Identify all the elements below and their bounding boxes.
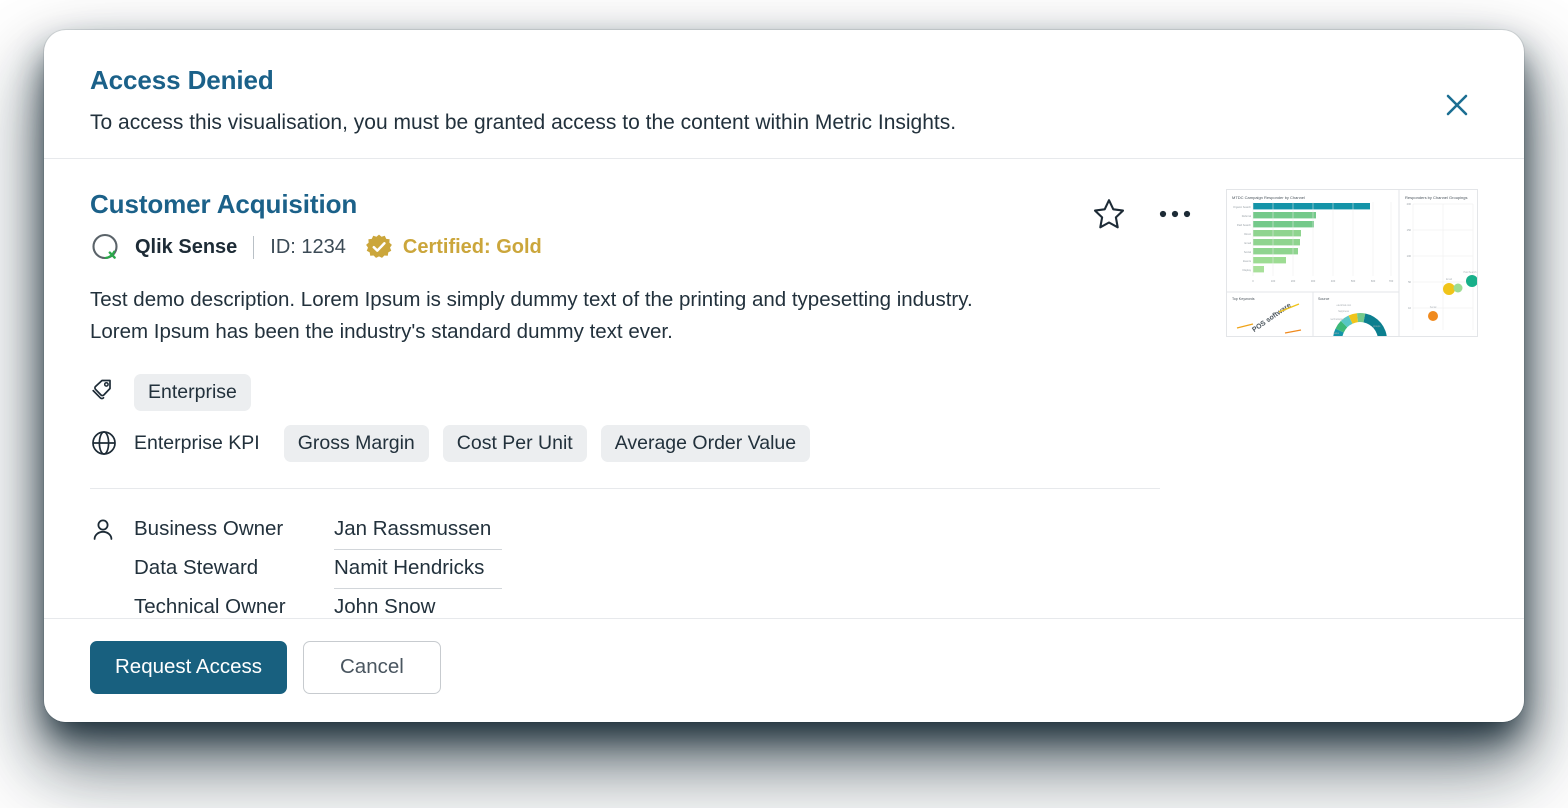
close-icon — [1446, 94, 1468, 116]
qlik-sense-logo-icon — [92, 234, 118, 260]
cancel-button[interactable]: Cancel — [303, 641, 441, 694]
owner-icon-spacer — [90, 589, 134, 595]
svg-text:Source: Source — [1318, 297, 1329, 301]
kpi-chip-average-order-value[interactable]: Average Order Value — [600, 424, 811, 462]
asset-actions — [1090, 195, 1194, 233]
owners-section: Business Owner Jan Rassmussen Data Stewa… — [90, 511, 1478, 627]
certified-seal-icon — [365, 234, 392, 259]
globe-icon — [90, 429, 120, 457]
kpi-chip-cost-per-unit[interactable]: Cost Per Unit — [442, 424, 587, 462]
certification-label: Certified: Gold — [402, 235, 542, 258]
svg-text:Top Keywords: Top Keywords — [1232, 297, 1255, 301]
star-outline-icon — [1093, 199, 1125, 229]
owner-row-steward: Data Steward Namit Hendricks — [90, 550, 1478, 589]
asset-id: ID: 1234 — [270, 235, 346, 258]
svg-text:150: 150 — [1407, 228, 1412, 232]
kpi-row: Enterprise KPI Gross Margin Cost Per Uni… — [90, 424, 1478, 462]
svg-text:700: 700 — [1389, 279, 1394, 283]
dialog-body: Customer Acquisition Qlik Sense ID: 1234… — [44, 159, 1524, 627]
svg-text:Social: Social — [1430, 306, 1437, 309]
dashboard-preview-image: MTDC Campaign Responder by Channel Organ… — [1227, 190, 1477, 337]
svg-text:Organic Search: Organic Search — [1233, 205, 1252, 209]
svg-text:Direct: Direct — [1244, 232, 1251, 236]
close-button[interactable] — [1440, 88, 1474, 122]
svg-text:300: 300 — [1311, 279, 1316, 283]
kpi-chip-gross-margin[interactable]: Gross Margin — [283, 424, 429, 462]
ellipsis-icon — [1159, 211, 1191, 218]
screen: Access Denied To access this visualisati… — [0, 0, 1568, 808]
svg-text:200: 200 — [1407, 202, 1412, 206]
owner-value: Namit Hendricks — [334, 550, 502, 589]
more-options-button[interactable] — [1156, 195, 1194, 233]
svg-text:technologies: technologies — [1331, 318, 1345, 321]
svg-text:Paid Search: Paid Search — [1463, 271, 1477, 274]
svg-text:500: 500 — [1351, 279, 1356, 283]
access-denied-dialog: Access Denied To access this visualisati… — [44, 30, 1524, 722]
svg-text:Referral: Referral — [1242, 214, 1252, 218]
svg-text:100: 100 — [1407, 254, 1412, 258]
svg-text:electrical cost: electrical cost — [1337, 304, 1352, 307]
tags-icon — [90, 378, 120, 406]
svg-text:Social: Social — [1244, 250, 1251, 254]
svg-text:Email: Email — [1245, 241, 1252, 245]
svg-text:sales: sales — [1333, 332, 1339, 335]
request-access-button[interactable]: Request Access — [90, 641, 287, 694]
svg-text:Responders by Channel Grouping: Responders by Channel Groupings — [1405, 195, 1467, 200]
owner-row-business: Business Owner Jan Rassmussen — [90, 511, 1478, 550]
svg-text:Events: Events — [1243, 259, 1252, 263]
source-name: Qlik Sense — [135, 235, 238, 258]
svg-text:Email: Email — [1446, 278, 1452, 281]
svg-text:400: 400 — [1331, 279, 1336, 283]
tags-row: Enterprise — [90, 373, 1478, 411]
tag-chip[interactable]: Enterprise — [134, 373, 251, 411]
section-divider — [90, 487, 1160, 489]
owner-label: Business Owner — [134, 516, 284, 540]
certification-badge: Certified: Gold — [365, 234, 542, 260]
svg-text:groups: groups — [1373, 325, 1381, 328]
favorite-button[interactable] — [1090, 195, 1128, 233]
person-icon — [90, 511, 134, 548]
svg-text:200: 200 — [1291, 279, 1296, 283]
svg-text:MTDC Campaign Responder by Cha: MTDC Campaign Responder by Channel — [1232, 195, 1305, 200]
meta-divider — [253, 235, 255, 259]
svg-text:600: 600 — [1371, 279, 1376, 283]
dialog-subtitle: To access this visualisation, you must b… — [90, 110, 957, 134]
dialog-footer: Request Access Cancel — [44, 618, 1524, 722]
svg-text:100: 100 — [1271, 279, 1276, 283]
kpi-category-label: Enterprise KPI — [134, 431, 260, 454]
svg-text:Display: Display — [1242, 268, 1251, 272]
svg-text:happiness: happiness — [1338, 310, 1350, 313]
dialog-title: Access Denied — [90, 65, 274, 95]
svg-text:Paid Search: Paid Search — [1237, 223, 1252, 227]
dialog-header: Access Denied To access this visualisati… — [44, 30, 1524, 160]
dashboard-thumbnail[interactable]: MTDC Campaign Responder by Channel Organ… — [1226, 189, 1478, 338]
owner-value: Jan Rassmussen — [334, 511, 502, 550]
owner-label: Data Steward — [134, 555, 259, 579]
asset-description: Test demo description. Lorem Ipsum is si… — [90, 288, 973, 343]
tag-section: Enterprise Enterprise KPI Gross Margin C… — [90, 373, 1478, 462]
owner-icon-spacer — [90, 550, 134, 556]
